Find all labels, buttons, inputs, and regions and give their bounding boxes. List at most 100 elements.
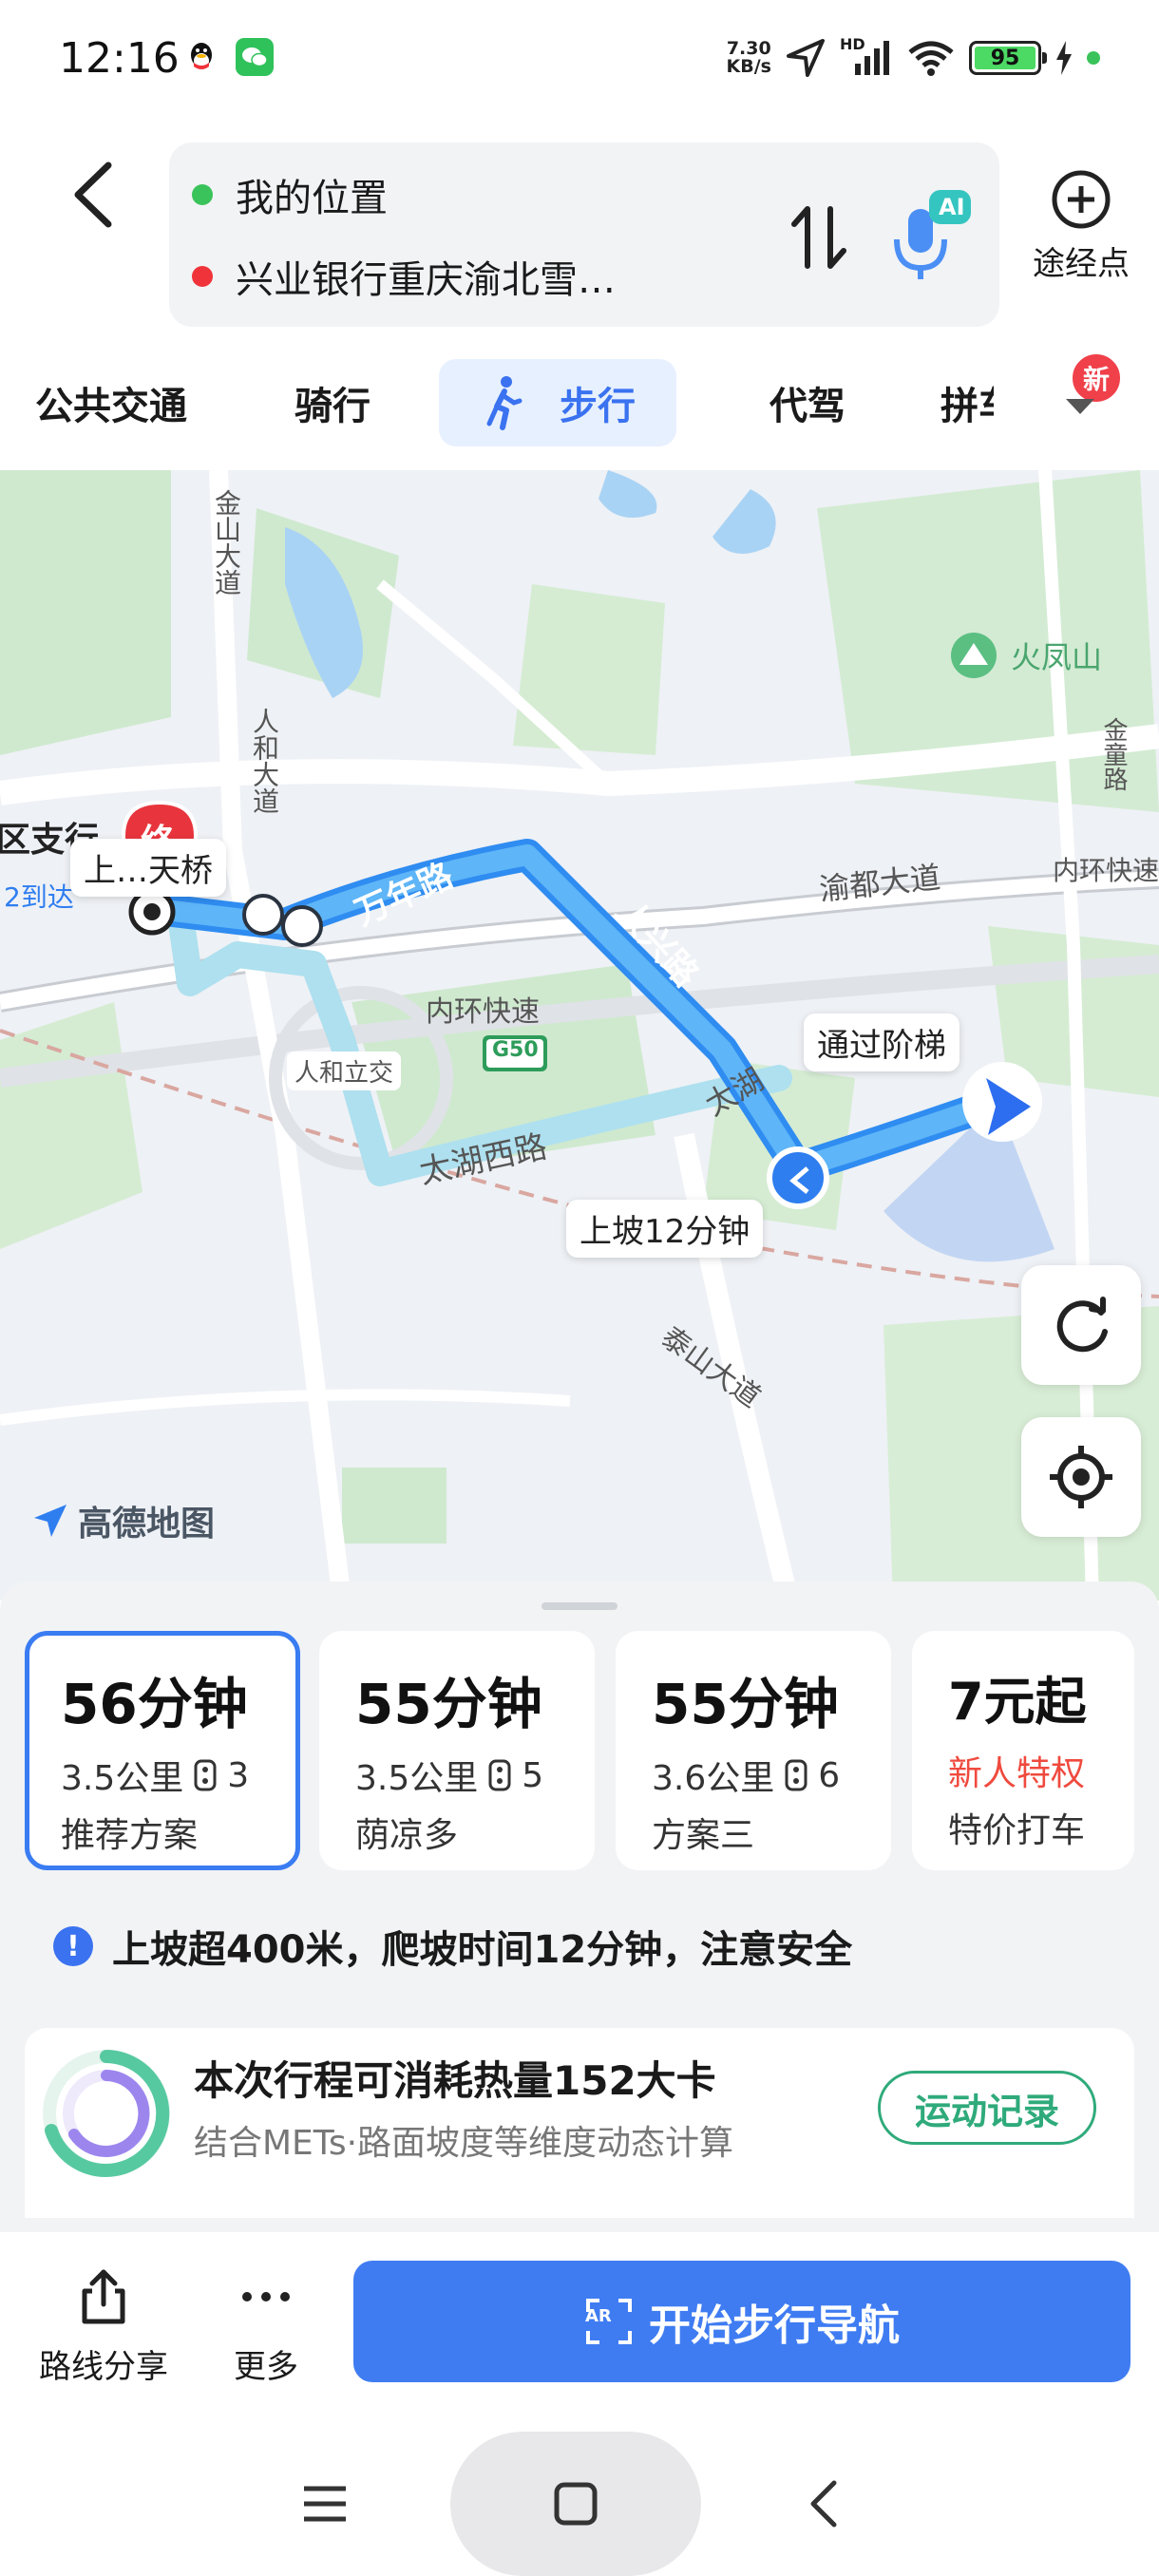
taxi-price: 7元起 [948, 1672, 1087, 1732]
ai-badge: AI [939, 194, 965, 220]
calorie-card: 本次行程可消耗热量152大卡 结合METs·路面坡度等维度动态计算 运动记录 [25, 2028, 1134, 2218]
callout-stairs: 通过阶梯 [804, 1013, 960, 1071]
share-icon [82, 2269, 125, 2324]
plan-card-taxi[interactable]: 7元起 新人特权 特价打车 [912, 1631, 1134, 1870]
calorie-title: 本次行程可消耗热量152大卡 [194, 2057, 716, 2104]
battery-icon: 95 [969, 41, 1047, 75]
plus-circle-icon [1052, 170, 1111, 229]
action-bar: 路线分享 更多 AR 开始步行导航 [0, 2232, 1159, 2413]
label-jintong-road: 金童路 [1099, 717, 1128, 791]
taxi-promo: 新人特权 [948, 1754, 1086, 1793]
wechat-icon [236, 38, 274, 76]
label-jinshan-road: 金山大道 [211, 489, 242, 596]
gaode-logo: 高德地图 [30, 1496, 215, 1545]
origin-field[interactable]: 我的位置 [192, 167, 388, 222]
tab-walking[interactable]: 步行 [439, 359, 676, 446]
plan-tag: 荫凉多 [355, 1816, 459, 1855]
tab-public-transit[interactable]: 公共交通 [21, 359, 201, 446]
share-label: 路线分享 [39, 2348, 168, 2386]
net-speed: 7.30 KB/s [727, 40, 771, 76]
chevron-left-icon [74, 161, 112, 228]
notice-text: 上坡超400米，爬坡时间12分钟，注意安全 [112, 1928, 853, 1972]
waypoint-label: 途经点 [1033, 245, 1130, 283]
map-canvas [0, 470, 1159, 1601]
refresh-button[interactable] [1021, 1265, 1141, 1385]
wifi-icon [908, 41, 954, 76]
plan-time: 55分钟 [652, 1672, 839, 1736]
destination-dot [192, 266, 213, 287]
route-sheet: 56分钟 3.5公里 3 推荐方案 55分钟 3.5公里 5 荫凉多 55分钟 … [0, 1582, 1159, 2246]
swap-icon[interactable] [787, 199, 853, 275]
plan-lights: 5 [522, 1755, 544, 1795]
square-icon [554, 2482, 598, 2526]
location-arrow-icon [787, 39, 825, 77]
activity-ring-icon [43, 2050, 170, 2177]
plan-tag: 推荐方案 [61, 1816, 199, 1855]
add-waypoint-button[interactable]: 途经点 [1005, 169, 1157, 284]
route-map[interactable]: 金山大道 人和大道 火凤山 金童路 渝都大道 内环快速 万年路 人兴路 太湖 太… [0, 470, 1159, 1601]
sheet-handle[interactable] [542, 1602, 618, 1610]
tab-designated-driver[interactable]: 代驾 [750, 359, 864, 446]
traffic-light-icon [488, 1759, 511, 1791]
back-button[interactable] [57, 152, 133, 237]
origin-dot [192, 184, 213, 205]
traffic-light-icon [785, 1759, 808, 1791]
gaode-logo-text: 高德地图 [78, 1505, 216, 1544]
label-huofeng-mountain: 火凤山 [1011, 639, 1103, 675]
callout-uphill: 上坡12分钟 [566, 1200, 764, 1258]
chevron-down-icon[interactable] [1064, 397, 1096, 416]
share-route-button[interactable]: 路线分享 [32, 2266, 175, 2387]
destination-field[interactable]: 兴业银行重庆渝北雪… [192, 249, 616, 304]
signal-icon: HD [840, 35, 893, 77]
refresh-icon [1056, 1297, 1108, 1353]
charging-icon [1056, 41, 1072, 75]
plan-tag: 特价打车 [948, 1811, 1086, 1850]
back-nav-icon[interactable] [798, 2475, 855, 2532]
plan-card-option-three[interactable]: 55分钟 3.6公里 6 方案三 [616, 1631, 891, 1870]
tab-carpool[interactable]: 拼车 [940, 359, 994, 446]
plan-distance: 3.6公里 [652, 1759, 775, 1798]
label-inner-ring-fast: 内环快速 [1053, 855, 1159, 886]
plan-distance: 3.5公里 [61, 1759, 184, 1798]
more-label: 更多 [234, 2348, 298, 2386]
privacy-indicator [1087, 51, 1100, 65]
calorie-subtitle: 结合METs·路面坡度等维度动态计算 [194, 2124, 734, 2163]
tab-walking-label: 步行 [560, 385, 636, 428]
transport-mode-tabs: 公共交通 骑行 步行 代驾 拼车 [0, 351, 1159, 456]
status-time: 12:16 [59, 34, 180, 83]
label-g50: G50 [492, 1038, 539, 1062]
walking-icon [486, 376, 522, 430]
info-icon: ! [53, 1926, 93, 1966]
origin-text: 我的位置 [236, 177, 388, 220]
system-navigation-bar [0, 2422, 1159, 2576]
label-inner-ring-expressway: 内环快速 [426, 995, 540, 1029]
plan-lights: 3 [227, 1755, 250, 1795]
plan-lights: 6 [818, 1755, 841, 1795]
gaode-logo-icon [34, 1505, 66, 1537]
status-bar: 12:16 7.30 KB/s HD 95 [0, 0, 1159, 119]
home-button[interactable] [450, 2432, 701, 2576]
battery-level: 95 [975, 47, 1036, 70]
start-walking-navigation-button[interactable]: AR 开始步行导航 [353, 2261, 1130, 2382]
plan-card-shady[interactable]: 55分钟 3.5公里 5 荫凉多 [319, 1631, 595, 1870]
label-renhe-interchange: 人和立交 [287, 1051, 402, 1090]
net-speed-unit: KB/s [726, 56, 771, 77]
exercise-record-button[interactable]: 运动记录 [878, 2071, 1096, 2145]
route-input-box: 我的位置 兴业银行重庆渝北雪… AI [169, 142, 999, 327]
tab-cycling[interactable]: 骑行 [276, 359, 390, 446]
plan-meta: 3.5公里 5 [355, 1751, 595, 1800]
locate-button[interactable] [1021, 1417, 1141, 1537]
plan-time: 56分钟 [61, 1672, 248, 1736]
more-button[interactable]: 更多 [195, 2266, 337, 2387]
destination-text: 兴业银行重庆渝北雪… [236, 258, 616, 302]
plan-time: 55分钟 [355, 1672, 542, 1736]
plan-card-recommended[interactable]: 56分钟 3.5公里 3 推荐方案 [25, 1631, 300, 1870]
ai-voice-button[interactable]: AI [882, 180, 977, 285]
menu-icon[interactable] [296, 2475, 353, 2532]
start-nav-label: 开始步行导航 [649, 2301, 900, 2350]
plan-meta: 3.5公里 3 [61, 1751, 295, 1800]
end-marker-text: 终 [141, 823, 176, 862]
qq-icon [182, 38, 220, 76]
tab-carpool-label: 拼车 [940, 385, 994, 428]
status-indicators: 7.30 KB/s HD 95 [727, 34, 1100, 82]
